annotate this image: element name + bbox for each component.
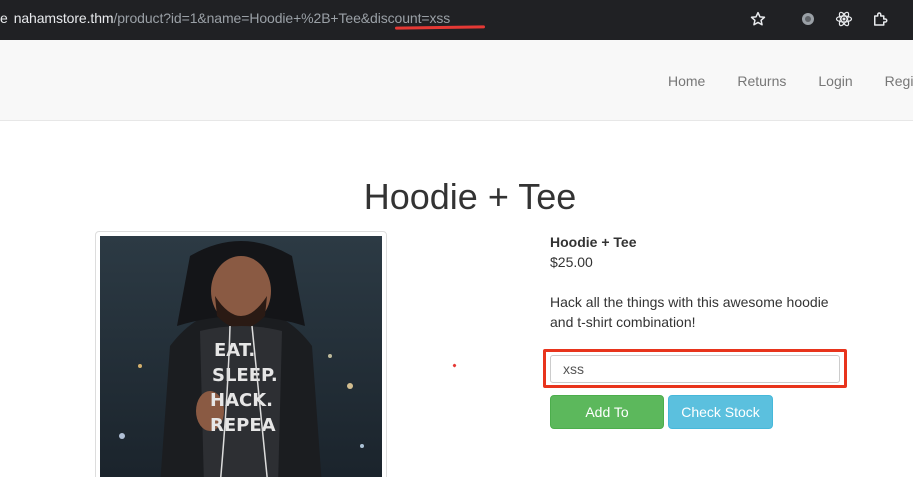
page-title: Hoodie + Tee [363, 176, 577, 217]
extension-circle-icon[interactable] [797, 8, 819, 30]
nav-home[interactable]: Home [652, 73, 721, 89]
product-image: EAT. SLEEP. HACK. REPEA [95, 231, 387, 477]
annotation-underline [394, 25, 486, 30]
star-icon[interactable] [747, 8, 769, 30]
site-navbar: Home Returns Login Regis [0, 40, 913, 121]
product-price: $25.00 [550, 254, 593, 270]
product-description: Hack all the things with this awesome ho… [550, 294, 829, 330]
shirt-text-line-4: REPEA [210, 415, 276, 436]
nav-links: Home Returns Login Regis [652, 40, 913, 121]
add-to-basket-button[interactable]: Add To basket [550, 395, 664, 452]
url-leading-char: e [0, 10, 8, 26]
puzzle-icon[interactable] [869, 8, 891, 30]
shirt-text-line-2: SLEEP. [212, 365, 278, 386]
product-info: Hoodie + Tee $25.00 Hack all the things … [550, 232, 850, 332]
react-icon[interactable] [833, 8, 855, 30]
discount-input[interactable] [550, 355, 840, 383]
shirt-text-line-3: HACK. [210, 390, 273, 411]
url-host: nahamstore.thm [13, 10, 114, 26]
url-path: /product?id=1&name=Hoodie+%2B+Tee& [113, 10, 371, 26]
shirt-text-line-1: EAT. [214, 340, 255, 361]
product-name: Hoodie + Tee [550, 234, 637, 250]
annotation-dot [452, 363, 457, 368]
browser-address-bar: e nahamstore.thm/product?id=1&name=Hoodie… [0, 0, 913, 40]
url-discount-param: discount=xss [370, 10, 451, 26]
nav-register[interactable]: Regis [869, 73, 913, 89]
nav-returns[interactable]: Returns [721, 73, 802, 89]
check-stock-button[interactable]: Check Stock [668, 395, 773, 429]
url-field[interactable]: e nahamstore.thm/product?id=1&name=Hoodie… [0, 0, 450, 40]
nav-login[interactable]: Login [802, 73, 868, 89]
highlight-box [543, 349, 847, 388]
